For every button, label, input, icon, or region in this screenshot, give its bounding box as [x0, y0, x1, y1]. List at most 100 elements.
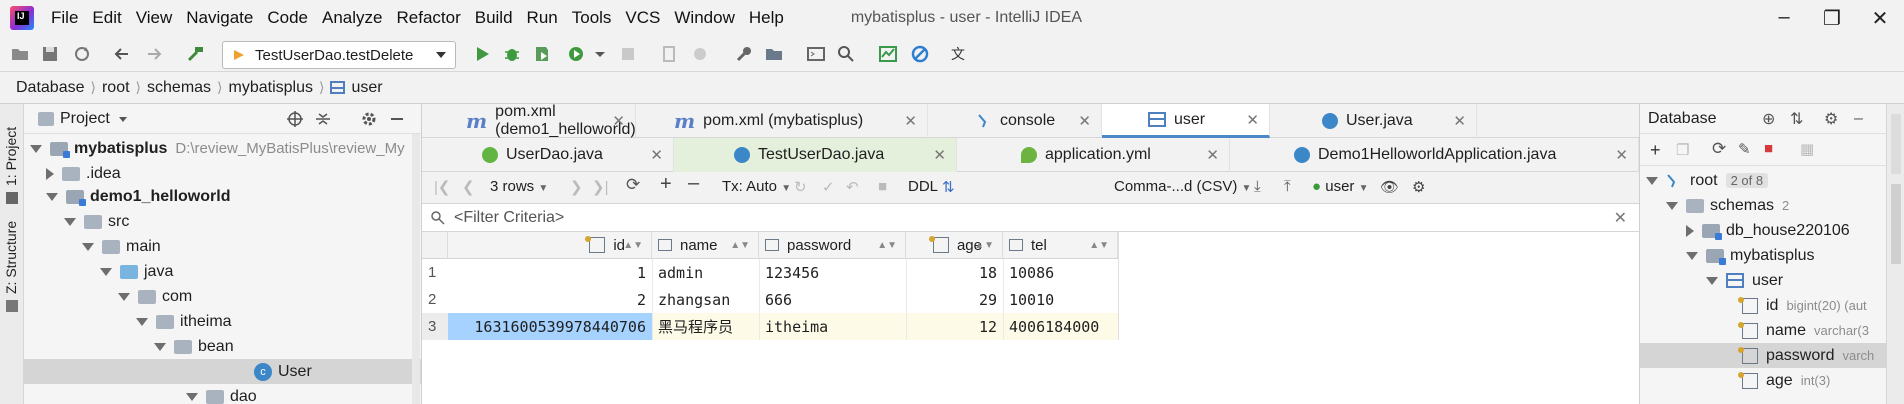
prev-page-icon[interactable]: ❮ — [462, 178, 475, 196]
expand-arrow-icon[interactable] — [46, 192, 58, 201]
breadcrumb-user[interactable]: user — [351, 79, 382, 97]
close-tab-icon[interactable]: ✕ — [650, 146, 663, 164]
expand-arrow-icon[interactable] — [100, 267, 112, 276]
expand-arrow-icon[interactable] — [136, 317, 148, 326]
search-icon[interactable] — [836, 44, 856, 64]
first-page-icon[interactable]: |❮ — [434, 178, 450, 196]
cell-tel[interactable]: 10010 — [1003, 286, 1118, 313]
build-hammer-icon[interactable] — [186, 44, 206, 64]
close-tab-icon[interactable]: ✕ — [904, 112, 917, 130]
import-icon[interactable]: ⤒ — [1284, 178, 1291, 195]
cell-id[interactable]: 1 — [448, 259, 652, 286]
export-icon[interactable]: ⤓ — [1254, 178, 1261, 195]
compare-icon[interactable]: ⇅ — [942, 178, 955, 196]
cell-name[interactable]: zhangsan — [652, 286, 759, 313]
ddl-button[interactable]: DDL — [908, 178, 938, 195]
collapse-arrow-icon[interactable] — [46, 167, 54, 180]
tree-item-user-selected[interactable]: c User — [24, 359, 421, 384]
revert-icon[interactable]: ↻ — [794, 178, 807, 196]
next-page-icon[interactable]: ❯ — [570, 178, 583, 196]
tab-testuserdao[interactable]: TestUserDao.java ✕ — [674, 138, 957, 172]
run-icon[interactable] — [472, 44, 492, 64]
cell-name[interactable]: 黑马程序员 — [652, 313, 759, 340]
expand-arrow-icon[interactable] — [30, 144, 42, 153]
terminal-icon[interactable] — [806, 44, 826, 64]
menu-view[interactable]: View — [129, 8, 180, 28]
refresh-icon[interactable]: ⟳ — [626, 175, 640, 195]
tab-console[interactable]: console ✕ — [928, 104, 1102, 138]
expand-arrow-icon[interactable] — [118, 292, 130, 301]
attach-debugger-icon[interactable] — [660, 44, 680, 64]
cell-age[interactable]: 18 — [906, 259, 1003, 286]
view-eye-icon[interactable]: 👁 — [1380, 178, 1399, 196]
structure-tool-tab[interactable]: Z: Structure — [3, 221, 19, 294]
sort-icon[interactable]: ▲▼ — [623, 240, 643, 251]
cancel-icon[interactable]: ■ — [878, 178, 887, 195]
disconnect-icon[interactable]: ■ — [1764, 140, 1773, 157]
sort-icon[interactable]: ▲▼ — [877, 240, 897, 251]
column-header-password[interactable]: password ▲▼ — [759, 232, 906, 259]
cell-id-selected[interactable]: 1631600539978440706 — [448, 313, 652, 340]
menu-help[interactable]: Help — [742, 8, 791, 28]
close-tab-icon[interactable]: ✕ — [612, 112, 625, 130]
hide-panel-icon[interactable]: – — [1854, 110, 1863, 128]
sort-icon[interactable]: ▲▼ — [974, 240, 994, 251]
datasource-select[interactable]: ● user ▼ — [1312, 178, 1369, 195]
page-size-select[interactable]: 3 rows ▼ — [490, 178, 548, 195]
expand-arrow-icon[interactable] — [1646, 176, 1658, 185]
properties-icon[interactable]: ✎ — [1738, 140, 1751, 158]
save-icon[interactable] — [40, 44, 60, 64]
db-tree-column-password-selected[interactable]: password varch — [1640, 343, 1886, 368]
cell-age[interactable]: 29 — [906, 286, 1003, 313]
filter-criteria-input[interactable]: <Filter Criteria> — [454, 209, 564, 227]
sort-icon[interactable]: ▲▼ — [1089, 240, 1109, 251]
delete-row-icon[interactable]: – — [688, 172, 699, 195]
project-scrollbar[interactable] — [412, 134, 420, 404]
refresh-icon[interactable]: ⟳ — [1712, 139, 1726, 159]
expand-arrow-icon[interactable] — [64, 217, 76, 226]
vcs-history-icon[interactable] — [878, 44, 898, 64]
sync-icon[interactable] — [72, 44, 92, 64]
row-number[interactable]: 2 — [422, 286, 448, 313]
collapse-arrow-icon[interactable] — [1686, 224, 1694, 237]
locate-target-icon[interactable] — [286, 110, 304, 128]
close-tab-icon[interactable]: ✕ — [933, 146, 946, 164]
column-header-tel[interactable]: tel ▲▼ — [1003, 232, 1118, 259]
gear-icon[interactable] — [360, 110, 378, 128]
maven-tool-tab[interactable] — [1891, 114, 1901, 174]
disable-icon[interactable] — [910, 44, 930, 64]
close-tab-icon[interactable]: ✕ — [1246, 111, 1259, 129]
export-format-select[interactable]: Comma-...d (CSV) ▼ — [1114, 178, 1251, 195]
filter-bar[interactable]: <Filter Criteria> ✕ — [422, 204, 1639, 232]
row-number[interactable]: 1 — [422, 259, 448, 286]
close-tab-icon[interactable]: ✕ — [1615, 146, 1628, 164]
clear-filter-icon[interactable]: ✕ — [1614, 208, 1627, 228]
run-configuration-selector[interactable]: TestUserDao.testDelete — [222, 41, 456, 69]
settings-gear-icon[interactable]: ⚙ — [1412, 178, 1425, 196]
menu-build[interactable]: Build — [468, 8, 520, 28]
project-structure-icon[interactable] — [764, 44, 784, 64]
database-tool-tab[interactable] — [1891, 184, 1901, 264]
hide-panel-icon[interactable] — [388, 110, 406, 128]
submit-icon[interactable]: ✓ — [822, 178, 835, 196]
db-tree-column-id[interactable]: id bigint(20) (aut — [1738, 293, 1867, 318]
locate-target-icon[interactable]: ⊕ — [1762, 109, 1775, 129]
tree-item-dao[interactable]: dao — [186, 384, 257, 404]
menu-code[interactable]: Code — [260, 8, 315, 28]
db-tree-schemas[interactable]: schemas 2 — [1666, 193, 1789, 218]
chevron-down-icon[interactable] — [118, 114, 128, 124]
tab-demo1-application[interactable]: Demo1HelloworldApplication.java ✕ — [1230, 138, 1639, 172]
services-icon[interactable] — [690, 44, 710, 64]
close-tab-icon[interactable]: ✕ — [1078, 112, 1091, 130]
tree-item-mybatisplus[interactable]: mybatisplus D:\review_MyBatisPlus\review… — [30, 136, 405, 161]
expand-arrow-icon[interactable] — [154, 342, 166, 351]
expand-arrow-icon[interactable] — [1686, 251, 1698, 260]
cell-tel[interactable]: 4006184000 — [1003, 313, 1118, 340]
tree-item-idea[interactable]: .idea — [46, 161, 121, 186]
db-tree-db-house[interactable]: db_house220106 — [1686, 218, 1850, 243]
collapse-all-icon[interactable]: ⇅ — [1790, 109, 1803, 129]
minimize-icon[interactable]: – — [1772, 6, 1796, 30]
db-tree-mybatisplus[interactable]: mybatisplus — [1686, 243, 1814, 268]
row-number[interactable]: 3 — [422, 313, 448, 340]
debug-icon[interactable] — [502, 44, 522, 64]
